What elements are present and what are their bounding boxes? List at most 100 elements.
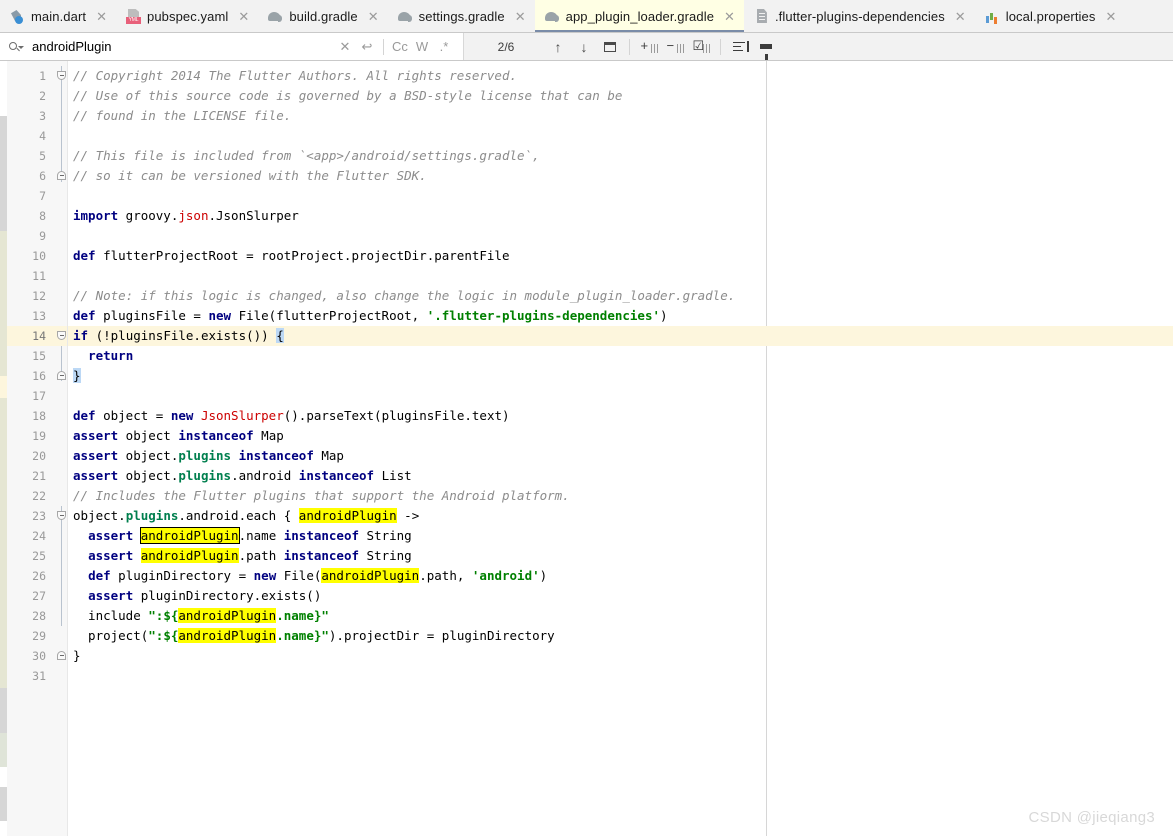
fold-row[interactable] [55,566,67,586]
fold-row[interactable] [55,426,67,446]
code-line[interactable]: def flutterProjectRoot = rootProject.pro… [68,246,1173,266]
fold-row[interactable] [55,266,67,286]
fold-row[interactable] [55,606,67,626]
fold-row[interactable] [55,546,67,566]
code-line[interactable]: if (!pluginsFile.exists()) { [68,326,1173,346]
tab-pubspec-yaml[interactable]: pubspec.yaml ✕ [116,0,258,32]
tab-close-icon[interactable]: ✕ [238,10,249,23]
code-line[interactable]: assert object.plugins instanceof Map [68,446,1173,466]
search-field-container[interactable]: androidPlugin ✕ ↩ Cc W .* [0,33,464,60]
filter-button[interactable] [754,36,778,60]
fold-row[interactable] [55,286,67,306]
tab-local-properties[interactable]: local.properties ✕ [975,0,1126,32]
code-line[interactable]: object.plugins.android.each { androidPlu… [68,506,1173,526]
search-icon[interactable] [9,40,25,54]
whole-words-toggle[interactable]: W [411,36,433,58]
add-occurrence-button[interactable]: + [637,36,661,58]
code-line[interactable] [68,126,1173,146]
fold-row[interactable] [55,66,67,86]
clear-search-icon[interactable]: ✕ [334,36,356,58]
annotation-gutter[interactable] [0,61,7,836]
fold-row[interactable] [55,366,67,386]
fold-collapse-icon[interactable] [57,511,66,520]
find-next-button[interactable]: ↓ [572,36,596,58]
fold-row[interactable] [55,626,67,646]
fold-row[interactable] [55,186,67,206]
fold-row[interactable] [55,466,67,486]
code-line[interactable]: // This file is included from `<app>/and… [68,146,1173,166]
fold-row[interactable] [55,326,67,346]
code-line[interactable]: } [68,646,1173,666]
fold-row[interactable] [55,506,67,526]
fold-row[interactable] [55,126,67,146]
code-line[interactable]: include ":${androidPlugin.name}" [68,606,1173,626]
code-editor[interactable]: 1 2 3 4 5 6 7 8 9 10 11 12 13 14 15 16 1… [0,61,1173,836]
code-line[interactable]: def pluginDirectory = new File(androidPl… [68,566,1173,586]
tab-app-plugin-loader-gradle[interactable]: app_plugin_loader.gradle ✕ [534,0,744,32]
tab-build-gradle[interactable]: build.gradle ✕ [258,0,387,32]
fold-end-icon[interactable] [57,651,66,660]
fold-row[interactable] [55,486,67,506]
code-line[interactable]: import groovy.json.JsonSlurper [68,206,1173,226]
code-line[interactable]: return [68,346,1173,366]
fold-row[interactable] [55,206,67,226]
fold-row[interactable] [55,526,67,546]
code-line[interactable]: // Use of this source code is governed b… [68,86,1173,106]
select-lines-button[interactable] [728,36,752,58]
code-line[interactable]: assert androidPlugin.name instanceof Str… [68,526,1173,546]
fold-row[interactable] [55,146,67,166]
tab-close-icon[interactable]: ✕ [515,10,526,23]
tab-settings-gradle[interactable]: settings.gradle ✕ [388,0,535,32]
find-previous-button[interactable]: ↑ [546,36,570,58]
fold-collapse-icon[interactable] [57,331,66,340]
code-line[interactable] [68,186,1173,206]
code-line[interactable]: assert androidPlugin.path instanceof Str… [68,546,1173,566]
code-line[interactable]: // found in the LICENSE file. [68,106,1173,126]
fold-end-icon[interactable] [57,371,66,380]
fold-row[interactable] [55,386,67,406]
tab-close-icon[interactable]: ✕ [724,10,735,23]
code-line[interactable]: // Copyright 2014 The Flutter Authors. A… [68,66,1173,86]
fold-row[interactable] [55,246,67,266]
code-line[interactable]: def pluginsFile = new File(flutterProjec… [68,306,1173,326]
code-line[interactable]: // Includes the Flutter plugins that sup… [68,486,1173,506]
fold-row[interactable] [55,106,67,126]
select-all-matches-button[interactable]: ☑ [689,36,713,58]
search-input[interactable]: androidPlugin [32,39,334,54]
fold-end-icon[interactable] [57,171,66,180]
match-case-toggle[interactable]: Cc [389,36,411,58]
fold-collapse-icon[interactable] [57,71,66,80]
code-line[interactable]: assert pluginDirectory.exists() [68,586,1173,606]
tab-close-icon[interactable]: ✕ [96,10,107,23]
fold-row[interactable] [55,666,67,686]
fold-row[interactable] [55,346,67,366]
code-line[interactable]: } [68,366,1173,386]
code-line[interactable]: assert object.plugins.android instanceof… [68,466,1173,486]
fold-row[interactable] [55,446,67,466]
fold-row[interactable] [55,406,67,426]
tab-close-icon[interactable]: ✕ [955,10,966,23]
fold-row[interactable] [55,86,67,106]
tab-close-icon[interactable]: ✕ [368,10,379,23]
code-line[interactable]: project(":${androidPlugin.name}").projec… [68,626,1173,646]
fold-row[interactable] [55,646,67,666]
code-line[interactable]: def object = new JsonSlurper().parseText… [68,406,1173,426]
code-line[interactable] [68,666,1173,686]
code-line[interactable] [68,386,1173,406]
code-line[interactable]: // so it can be versioned with the Flutt… [68,166,1173,186]
code-line[interactable]: assert object instanceof Map [68,426,1173,446]
code-line[interactable] [68,266,1173,286]
fold-row[interactable] [55,166,67,186]
code-folding-gutter[interactable] [55,61,68,836]
code-line[interactable]: // Note: if this logic is changed, also … [68,286,1173,306]
code-content[interactable]: // Copyright 2014 The Flutter Authors. A… [68,61,1173,836]
regex-toggle[interactable]: .* [433,36,455,58]
tab-close-icon[interactable]: ✕ [1105,10,1116,23]
select-all-occurrences-button[interactable] [598,36,622,58]
tab-flutter-plugins-dependencies[interactable]: .flutter-plugins-dependencies ✕ [744,0,975,32]
fold-row[interactable] [55,306,67,326]
remove-occurrence-button[interactable]: − [663,36,687,58]
fold-row[interactable] [55,586,67,606]
search-history-icon[interactable]: ↩ [356,36,378,58]
fold-row[interactable] [55,226,67,246]
